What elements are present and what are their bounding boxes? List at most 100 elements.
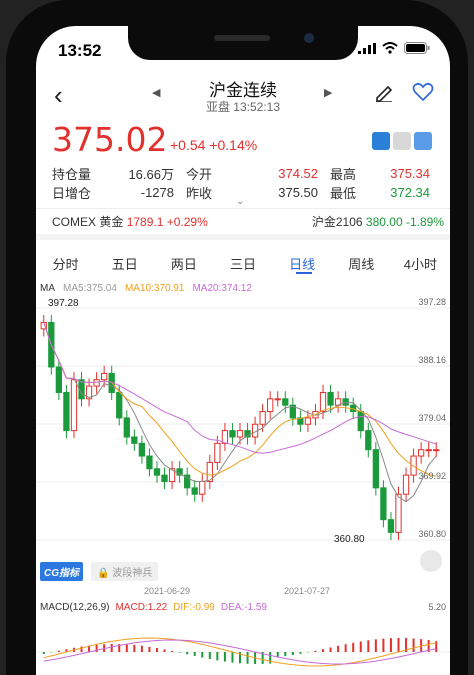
- stat-value: -1278: [140, 185, 174, 200]
- tab-five-day[interactable]: 五日: [95, 246, 154, 276]
- stat-value: 375.34: [390, 166, 430, 181]
- candle-body: [417, 449, 425, 457]
- clock-icon[interactable]: [393, 132, 411, 150]
- stat-value: 374.52: [278, 166, 318, 181]
- stats-panel: 持仓量 16.66万 今开 374.52 最高 375.34 日增仓 -1278…: [52, 164, 442, 202]
- candle-body: [116, 391, 123, 419]
- indicator-chips: CG指标 🔒 波段神兵: [40, 562, 159, 581]
- stat-label: 最高: [330, 167, 357, 182]
- min-price-label: 360.80: [334, 534, 365, 545]
- candle-body: [214, 442, 221, 463]
- stat-label: 日增仓: [52, 186, 92, 201]
- related-pct: +0.29%: [166, 215, 208, 229]
- tool-icons: [372, 132, 432, 150]
- y-tick-labels: 397.28 388.16 379.04 369.92 360.80: [418, 297, 446, 539]
- chart-grid: [36, 307, 450, 541]
- edit-icon[interactable]: [374, 82, 394, 102]
- related-quotes: COMEX 黄金 1789.1 +0.29% 沪金2106 380.00 -1.…: [52, 213, 444, 230]
- candle-body: [357, 411, 364, 432]
- last-price: 375.02: [52, 120, 168, 159]
- candle-body: [221, 430, 229, 444]
- tab-four-hour[interactable]: 4小时: [391, 246, 450, 276]
- related-pct: -1.89%: [405, 215, 444, 229]
- candle-body: [199, 480, 206, 495]
- macd-top-tick: 5.20: [428, 602, 446, 612]
- expand-chevron-icon[interactable]: ⌄: [236, 196, 244, 207]
- dea-value: DEA:-1.59: [220, 602, 267, 613]
- candle-body: [93, 379, 100, 387]
- candle-body: [327, 391, 334, 406]
- candle-body: [387, 519, 395, 533]
- candle-body: [259, 411, 266, 425]
- change-percent: +0.14%: [209, 137, 258, 153]
- wave-indicator-chip[interactable]: 🔒 波段神兵: [91, 562, 159, 581]
- candle-body: [319, 391, 327, 413]
- tab-three-day[interactable]: 三日: [213, 246, 272, 276]
- y-tick-label: 388.16: [418, 355, 446, 365]
- related-comex[interactable]: COMEX 黄金 1789.1 +0.29%: [52, 213, 208, 230]
- dif-value: DIF:-0.99: [173, 602, 215, 613]
- candle-body: [425, 449, 432, 452]
- y-tick-label: 397.28: [418, 297, 446, 307]
- next-contract-icon[interactable]: ▶: [324, 86, 332, 99]
- favorite-heart-icon[interactable]: [412, 82, 434, 102]
- candle-body: [138, 442, 146, 457]
- stat-label: 今开: [186, 167, 213, 182]
- candle-body: [191, 487, 198, 495]
- candle-body: [101, 372, 108, 381]
- related-value: 380.00: [365, 215, 403, 229]
- candle-body: [161, 474, 168, 482]
- stats-row: 日增仓 -1278 昨收 375.50 最低 372.34: [52, 183, 442, 202]
- refresh-icon[interactable]: [420, 550, 442, 572]
- stat-label: 最低: [330, 186, 357, 201]
- section-gap: [36, 234, 450, 240]
- device-bezel: 13:52 ‹ ◀ 沪金连续 亚盘 13:52:13 ▶ 375.02 +0.5…: [6, 0, 468, 675]
- related-name: 沪金2106: [311, 215, 363, 229]
- nav-header: ‹ ◀ 沪金连续 亚盘 13:52:13 ▶: [36, 72, 450, 118]
- percent-icon[interactable]: [414, 132, 432, 150]
- candle-body: [380, 487, 387, 521]
- battery-icon: [404, 42, 430, 54]
- stat-value: 372.34: [390, 185, 430, 200]
- candle-body: [267, 398, 274, 413]
- candle-body: [123, 417, 130, 438]
- macd-value: MACD:1.22: [115, 602, 168, 613]
- candle-body: [282, 398, 289, 406]
- active-tab-indicator: [296, 272, 312, 274]
- price-change: +0.54 +0.14%: [170, 137, 257, 153]
- tab-weekly[interactable]: 周线: [332, 246, 391, 276]
- macd-legend: MACD(12,26,9) MACD:1.22 DIF:-0.99 DEA:-1…: [40, 602, 267, 613]
- candle-body: [304, 417, 312, 425]
- stats-row: 持仓量 16.66万 今开 374.52 最高 375.34: [52, 164, 442, 183]
- related-au2106[interactable]: 沪金2106 380.00 -1.89%: [312, 213, 444, 230]
- candle-body: [153, 468, 161, 476]
- y-tick-label: 369.92: [418, 471, 446, 481]
- candlestick-chart[interactable]: 397.28 388.16 379.04 369.92 360.80 397.28 36…: [36, 292, 450, 552]
- candle-body: [433, 449, 440, 452]
- y-tick-label: 360.80: [418, 529, 446, 539]
- candle-body: [365, 430, 372, 451]
- stat-label: 昨收: [186, 186, 213, 201]
- candle-body: [395, 493, 402, 533]
- tab-intraday[interactable]: 分时: [36, 246, 95, 276]
- period-tabs: 分时 五日 两日 三日 日线 周线 4小时: [36, 246, 450, 276]
- related-name: COMEX 黄金: [52, 215, 124, 229]
- status-time: 13:52: [58, 41, 102, 60]
- device-frame: 13:52 ‹ ◀ 沪金连续 亚盘 13:52:13 ▶ 375.02 +0.5…: [0, 0, 474, 675]
- macd-label: MACD(12,26,9): [40, 602, 110, 613]
- signal-icon: [358, 42, 376, 54]
- tab-two-day[interactable]: 两日: [154, 246, 213, 276]
- candle-body: [63, 391, 70, 432]
- change-value: +0.54: [170, 137, 206, 153]
- candle-body: [342, 398, 349, 406]
- wave-chip-label: 波段神兵: [112, 568, 153, 579]
- settings-icon[interactable]: [372, 132, 390, 150]
- candle-body: [55, 366, 63, 393]
- candle-body: [402, 474, 410, 495]
- x-tick-label: 2021-06-29: [144, 586, 191, 596]
- notch: [128, 26, 358, 60]
- date-axis: 2021-06-29 2021-07-27: [36, 586, 450, 600]
- cg-indicator-chip[interactable]: CG指标: [40, 562, 83, 581]
- related-value: 1789.1: [126, 215, 164, 229]
- stat-value: 16.66万: [128, 167, 174, 182]
